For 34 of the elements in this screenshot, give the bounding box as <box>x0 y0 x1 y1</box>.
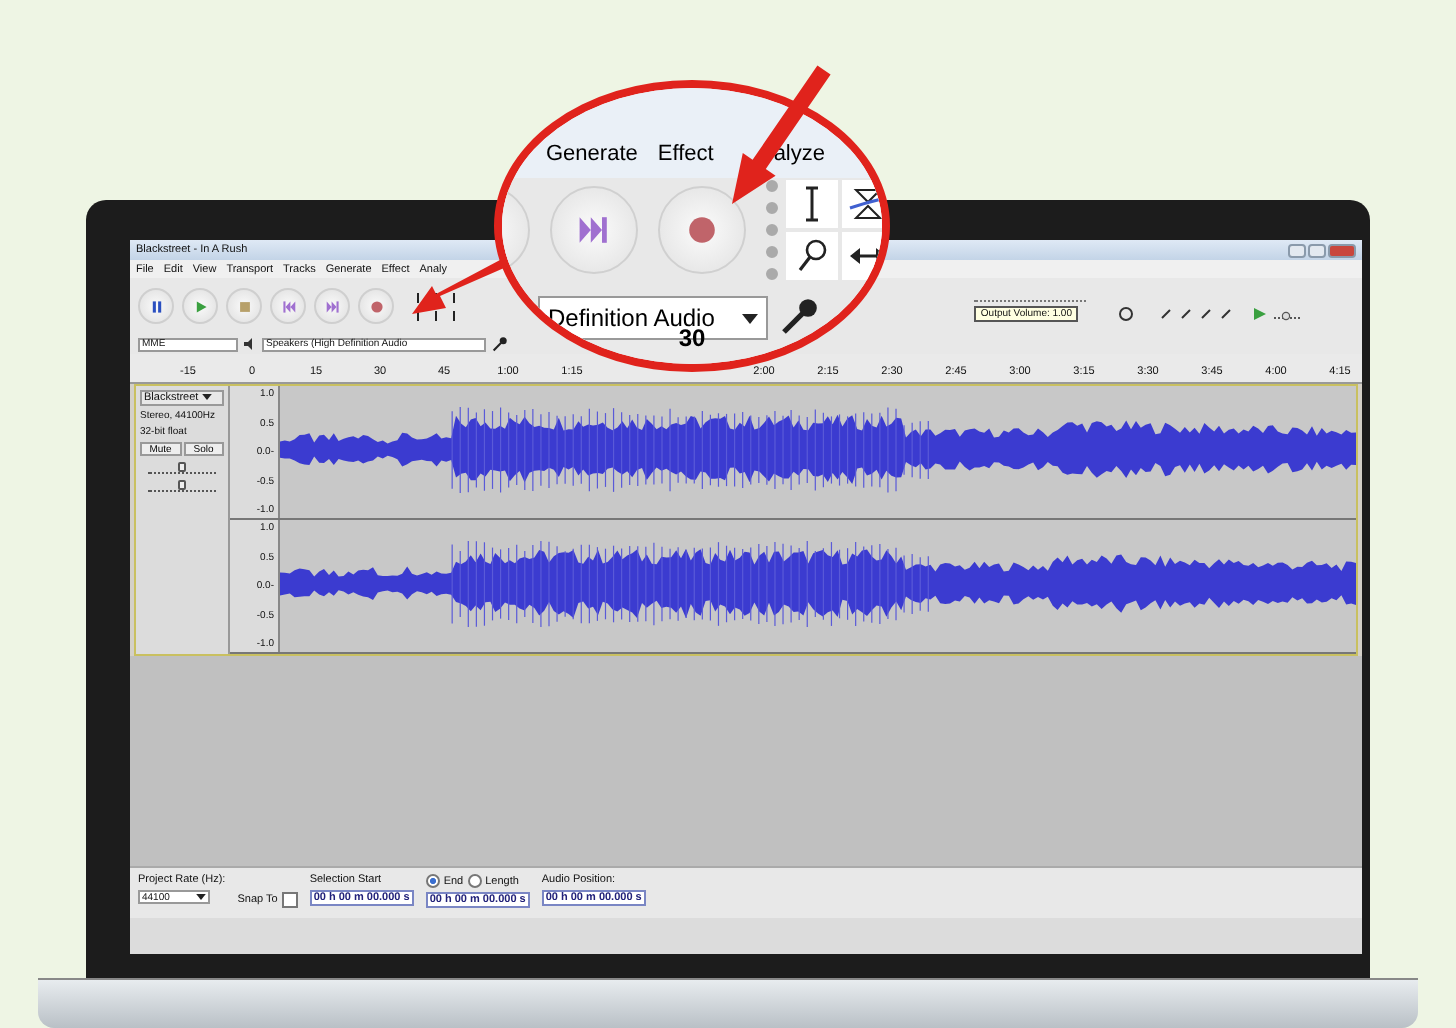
microphone-icon <box>492 336 508 352</box>
end-button[interactable] <box>314 288 350 324</box>
menu-item[interactable]: Generate <box>546 141 638 166</box>
gain-slider[interactable] <box>178 462 186 472</box>
play-icon <box>193 299 207 313</box>
caret-icon <box>742 313 759 324</box>
skip-forward-icon <box>578 214 610 247</box>
radio-button[interactable] <box>467 874 482 889</box>
pause-icon <box>149 299 163 313</box>
pause-button[interactable] <box>138 288 174 324</box>
menu-item[interactable]: alyze <box>773 141 825 166</box>
menu-item[interactable]: Effect <box>657 141 714 166</box>
caret-icon <box>196 894 206 901</box>
radio-button[interactable] <box>425 874 440 889</box>
snap-checkbox[interactable] <box>281 892 298 909</box>
microphone-icon <box>780 296 821 337</box>
skip-back-icon <box>281 299 295 313</box>
envelope-tool-icon[interactable] <box>842 180 882 229</box>
close-button[interactable] <box>1328 243 1356 257</box>
time-shift-tool-icon[interactable] <box>842 232 882 281</box>
cursor-tool-icon[interactable] <box>786 180 838 229</box>
pan-slider[interactable] <box>178 480 186 490</box>
record-icon <box>369 299 383 313</box>
play-button[interactable] <box>182 288 218 324</box>
record-button[interactable] <box>358 288 394 324</box>
record-button[interactable] <box>658 186 746 275</box>
skip-forward-icon <box>325 299 339 313</box>
speaker-icon <box>244 338 256 350</box>
record-icon <box>686 214 718 247</box>
skip-end-button[interactable] <box>550 186 638 275</box>
zoom-tool-icon[interactable] <box>786 232 838 281</box>
caret-icon <box>201 394 212 400</box>
start-button[interactable] <box>270 288 306 324</box>
stop-icon <box>237 299 251 313</box>
